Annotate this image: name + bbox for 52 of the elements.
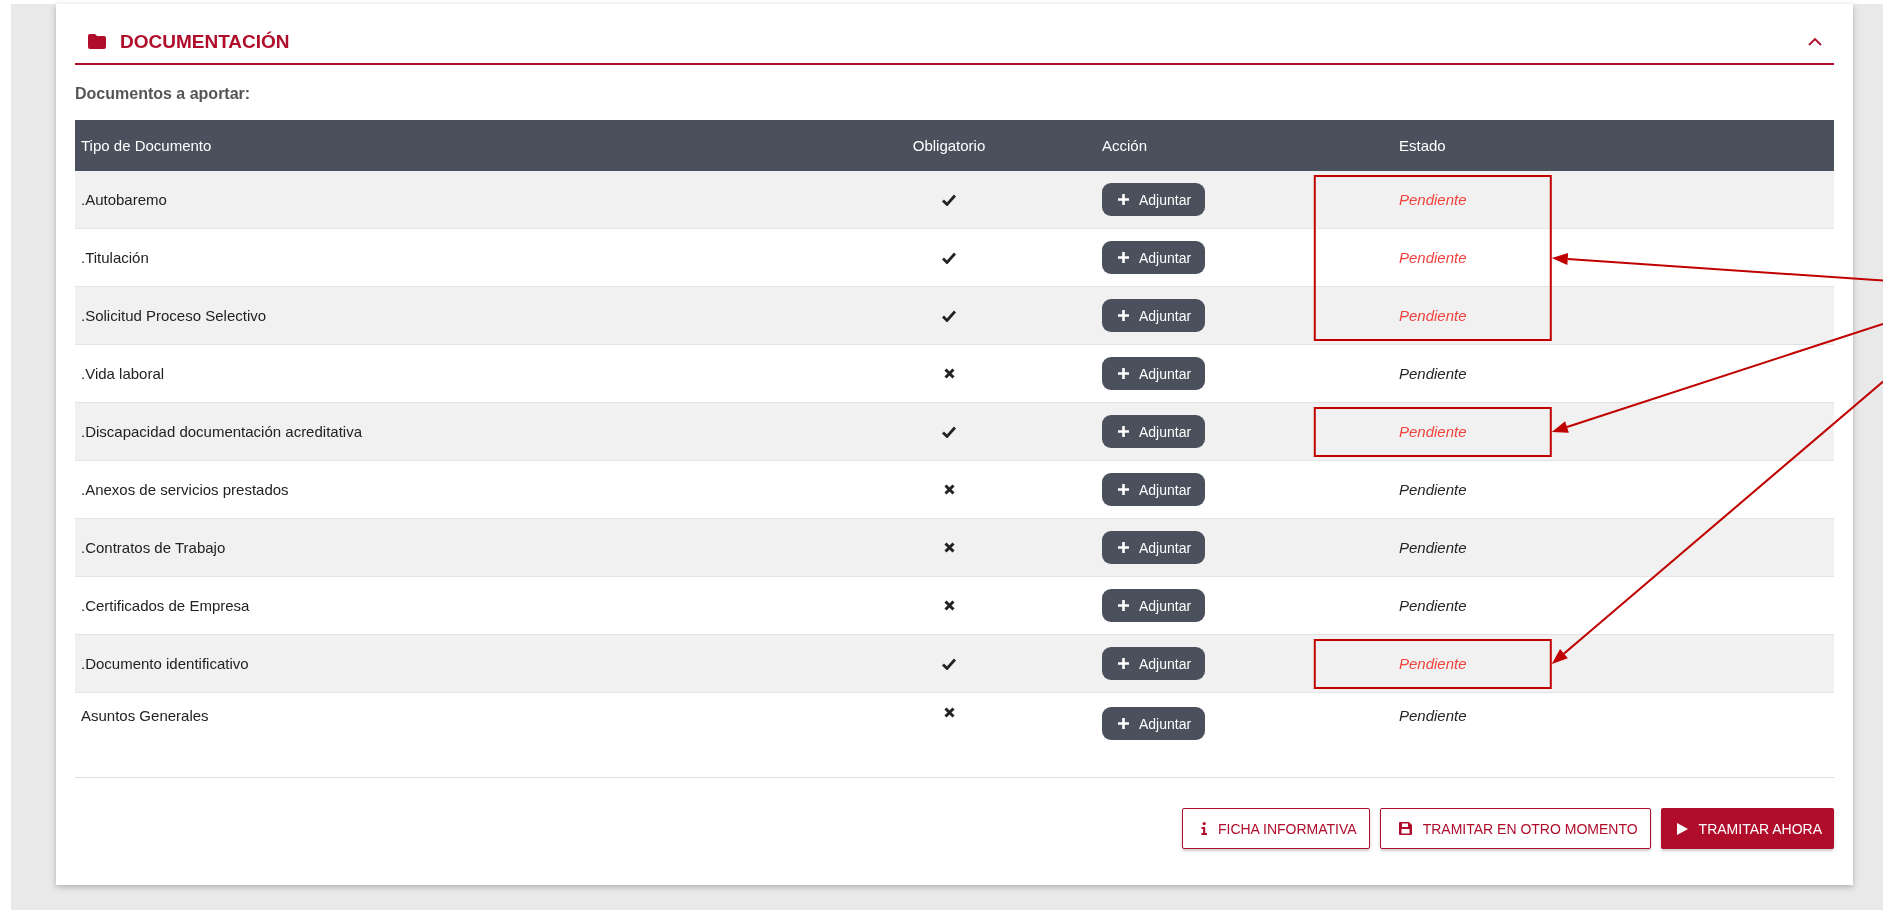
attach-button[interactable]: Adjuntar <box>1102 357 1206 390</box>
attach-button[interactable]: Adjuntar <box>1102 473 1206 506</box>
status-text: Pendiente <box>1399 655 1467 672</box>
document-type: .Vida laboral <box>81 365 165 382</box>
info-icon <box>1200 822 1207 835</box>
status-text: Pendiente <box>1399 481 1467 498</box>
attach-button[interactable]: Adjuntar <box>1102 299 1206 332</box>
status-text: Pendiente <box>1399 365 1467 382</box>
column-header: Tipo de Documento <box>81 137 212 154</box>
plus-icon <box>1118 718 1129 729</box>
document-type: .Anexos de servicios prestados <box>81 481 289 498</box>
plus-icon <box>1118 252 1129 263</box>
folder-icon <box>88 34 106 49</box>
plus-icon <box>1118 600 1129 611</box>
document-type: .Solicitud Proceso Selectivo <box>81 307 267 324</box>
status-text: Pendiente <box>1399 597 1467 614</box>
status-text: Pendiente <box>1399 539 1467 556</box>
status-text: Pendiente <box>1399 307 1467 324</box>
plus-icon <box>1118 658 1129 669</box>
column-header: Estado <box>1399 137 1446 154</box>
document-type: .Titulación <box>81 249 149 266</box>
attach-button[interactable]: Adjuntar <box>1102 415 1206 448</box>
document-type: .Documento identificativo <box>81 655 249 672</box>
status-text: Pendiente <box>1399 191 1467 208</box>
document-type: .Autobaremo <box>81 191 167 208</box>
action-button[interactable]: FICHA INFORMATIVA <box>1181 808 1370 849</box>
document-type: .Contratos de Trabajo <box>81 539 226 556</box>
play-icon <box>1676 822 1688 835</box>
plus-icon <box>1118 310 1129 321</box>
column-header: Acción <box>1102 137 1148 154</box>
status-text: Pendiente <box>1399 249 1467 266</box>
document-type: .Discapacidad documentación acreditativa <box>81 423 362 440</box>
status-text: Pendiente <box>1399 423 1467 440</box>
document-type: .Certificados de Empresa <box>81 597 250 614</box>
attach-button[interactable]: Adjuntar <box>1102 589 1206 622</box>
plus-icon <box>1118 542 1129 553</box>
action-button[interactable]: TRAMITAR EN OTRO MOMENTO <box>1379 808 1651 849</box>
attach-button[interactable]: Adjuntar <box>1102 647 1206 680</box>
plus-icon <box>1118 194 1129 205</box>
section-subtitle: Documentos a aportar: <box>75 84 252 104</box>
action-button[interactable]: TRAMITAR AHORA <box>1660 808 1834 849</box>
attach-button[interactable]: Adjuntar <box>1102 183 1206 216</box>
plus-icon <box>1118 426 1129 437</box>
plus-icon <box>1118 368 1129 379</box>
section-title: DOCUMENTACIÓN <box>120 30 291 53</box>
status-text: Pendiente <box>1399 707 1467 724</box>
attach-button[interactable]: Adjuntar <box>1102 531 1206 564</box>
attach-button[interactable]: Adjuntar <box>1102 707 1206 740</box>
attach-button[interactable]: Adjuntar <box>1102 241 1206 274</box>
plus-icon <box>1118 484 1129 495</box>
column-header: Obligatorio <box>912 137 986 154</box>
document-type: Asuntos Generales <box>81 707 209 724</box>
